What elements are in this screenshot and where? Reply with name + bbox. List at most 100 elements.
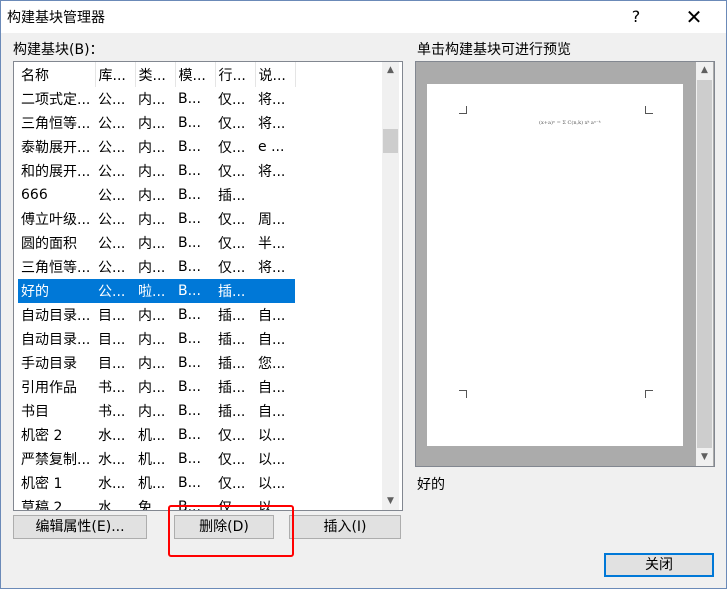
table-cell: 仅... xyxy=(218,428,246,444)
table-cell: 内... xyxy=(138,260,166,276)
table-cell: 机... xyxy=(138,428,166,444)
table-row[interactable]: 机密 1 水... 机... B... 仅... 以... xyxy=(18,471,295,495)
table-cell: 公... xyxy=(98,164,126,180)
table-row[interactable]: 自动目录... 目... 内... B... 插... 自... xyxy=(18,303,295,327)
table-cell xyxy=(255,183,295,207)
scroll-thumb[interactable] xyxy=(383,129,398,153)
table-row[interactable]: 严禁复制... 水... 机... B... 仅... 以... xyxy=(18,447,295,471)
table-row[interactable]: 和的展开... 公... 内... B... 仅... 将... xyxy=(18,159,295,183)
table-cell: 内... xyxy=(138,116,166,132)
scroll-up-icon[interactable]: ▲ xyxy=(696,62,713,79)
column-header[interactable]: 库... xyxy=(95,62,136,87)
table-cell: 泰勒展开... xyxy=(21,140,91,156)
table-cell: B... xyxy=(178,115,201,131)
table-row[interactable]: 机密 2 水... 机... B... 仅... 以... xyxy=(18,423,295,447)
table-row[interactable]: 好的 公... 啦... B... 插... xyxy=(18,279,295,303)
column-header[interactable]: 模... xyxy=(175,62,216,87)
table-cell: 公... xyxy=(98,188,126,204)
table-cell: 自动目录... xyxy=(21,332,91,348)
preview-label: 单击构建基块可进行预览 xyxy=(417,42,571,58)
building-blocks-table: 名称 库... 类... 模... 行... 说... 二项式定... 公... 内... B.… xyxy=(18,62,296,511)
table-cell: 插... xyxy=(218,380,246,396)
edit-properties-button[interactable]: 编辑属性(E)... xyxy=(13,515,147,539)
preview-page: (x+a)ⁿ = Σ C(n,k) xᵏ aⁿ⁻ᵏ xyxy=(427,84,683,446)
table-cell: 将... xyxy=(258,92,286,108)
preview-pane: (x+a)ⁿ = Σ C(n,k) xᵏ aⁿ⁻ᵏ ▲ ▼ xyxy=(415,61,715,467)
table-cell: 手动目录 xyxy=(21,356,77,372)
building-blocks-list[interactable]: 名称 库... 类... 模... 行... 说... 二项式定... 公... 内... B.… xyxy=(13,61,403,511)
table-row[interactable]: 三角恒等... 公... 内... B... 仅... 将... xyxy=(18,255,295,279)
table-cell: 内... xyxy=(138,92,166,108)
table-cell: B... xyxy=(178,403,201,419)
table-cell: 书... xyxy=(98,380,126,396)
table-row[interactable]: 手动目录 目... 内... B... 插... 您... xyxy=(18,351,295,375)
table-cell: 内... xyxy=(138,380,166,396)
table-cell: 公... xyxy=(98,260,126,276)
table-cell: 以... xyxy=(258,428,286,444)
help-button[interactable]: ? xyxy=(613,1,659,33)
table-row[interactable]: 二项式定... 公... 内... B... 仅... 将... xyxy=(18,87,295,111)
table-row[interactable]: 自动目录... 目... 内... B... 插... 自... xyxy=(18,327,295,351)
table-cell: B... xyxy=(178,427,201,443)
table-row[interactable]: 666 公... 内... B... 插... xyxy=(18,183,295,207)
table-cell: 插... xyxy=(218,332,246,348)
column-header[interactable]: 说... xyxy=(255,62,296,87)
preview-scrollbar[interactable]: ▲ ▼ xyxy=(696,62,713,466)
table-cell: 傅立叶级... xyxy=(21,212,91,228)
table-cell: 圆的面积 xyxy=(21,236,77,252)
table-row[interactable]: 引用作品 书... 内... B... 插... 自... xyxy=(18,375,295,399)
table-row[interactable]: 三角恒等... 公... 内... B... 仅... 将... xyxy=(18,111,295,135)
scroll-up-icon[interactable]: ▲ xyxy=(382,62,399,79)
table-cell: B... xyxy=(178,451,201,467)
table-cell: 公... xyxy=(95,279,135,303)
table-cell: 插... xyxy=(218,356,246,372)
table-cell: 目... xyxy=(98,356,126,372)
column-header[interactable]: 行... xyxy=(215,62,256,87)
column-header[interactable]: 名称 xyxy=(18,62,96,87)
table-cell: 内... xyxy=(138,236,166,252)
table-cell: B... xyxy=(178,379,201,395)
table-header-row: 名称 库... 类... 模... 行... 说... xyxy=(18,62,296,87)
table-cell: 自... xyxy=(258,332,286,348)
table-cell: 三角恒等... xyxy=(21,116,91,132)
preview-formula: (x+a)ⁿ = Σ C(n,k) xᵏ aⁿ⁻ᵏ xyxy=(539,120,601,126)
table-cell: B... xyxy=(178,163,201,179)
table-cell: 仅... xyxy=(218,140,246,156)
table-cell: 机密 1 xyxy=(21,476,63,492)
table-cell: 仅... xyxy=(218,260,246,276)
table-cell: 水... xyxy=(98,500,126,511)
dialog-title: 构建基块管理器 xyxy=(7,10,105,26)
annotation-highlight-box xyxy=(168,505,294,557)
table-cell: B... xyxy=(178,139,201,155)
table-cell: 666 xyxy=(21,187,48,203)
table-row[interactable]: 泰勒展开... 公... 内... B... 仅... e ... xyxy=(18,135,295,159)
table-cell: B... xyxy=(178,331,201,347)
table-cell: B... xyxy=(178,211,201,227)
table-row[interactable]: 书目 书... 内... B... 插... 自... xyxy=(18,399,295,423)
column-header[interactable]: 类... xyxy=(135,62,176,87)
scroll-down-icon[interactable]: ▼ xyxy=(696,449,713,466)
table-row[interactable]: 傅立叶级... 公... 内... B... 仅... 周... xyxy=(18,207,295,231)
table-cell: 书... xyxy=(98,404,126,420)
insert-button[interactable]: 插入(I) xyxy=(289,515,401,539)
table-cell: 将... xyxy=(258,260,286,276)
table-cell: 将... xyxy=(258,116,286,132)
close-icon[interactable]: ✕ xyxy=(671,1,717,33)
table-cell: 内... xyxy=(138,404,166,420)
list-scrollbar[interactable]: ▲ ▼ xyxy=(382,62,399,510)
table-cell: B... xyxy=(178,91,201,107)
scroll-thumb[interactable] xyxy=(697,80,712,448)
table-cell: 您... xyxy=(258,356,286,372)
building-blocks-label: 构建基块(B)： xyxy=(13,42,104,58)
table-cell: 仅... xyxy=(218,476,246,492)
table-cell: 目... xyxy=(98,332,126,348)
table-row[interactable]: 圆的面积 公... 内... B... 仅... 半... xyxy=(18,231,295,255)
building-blocks-organizer-dialog: 构建基块管理器 ? ✕ 构建基块(B)： 单击构建基块可进行预览 名称 库... 类… xyxy=(0,0,727,589)
table-cell: 内... xyxy=(138,188,166,204)
table-cell: 啦... xyxy=(135,279,175,303)
table-cell: 好的 xyxy=(18,279,95,303)
close-button[interactable]: 关闭 xyxy=(604,553,714,577)
title-bar: 构建基块管理器 ? ✕ xyxy=(1,1,726,33)
table-cell: 目... xyxy=(98,308,126,324)
scroll-down-icon[interactable]: ▼ xyxy=(382,493,399,510)
